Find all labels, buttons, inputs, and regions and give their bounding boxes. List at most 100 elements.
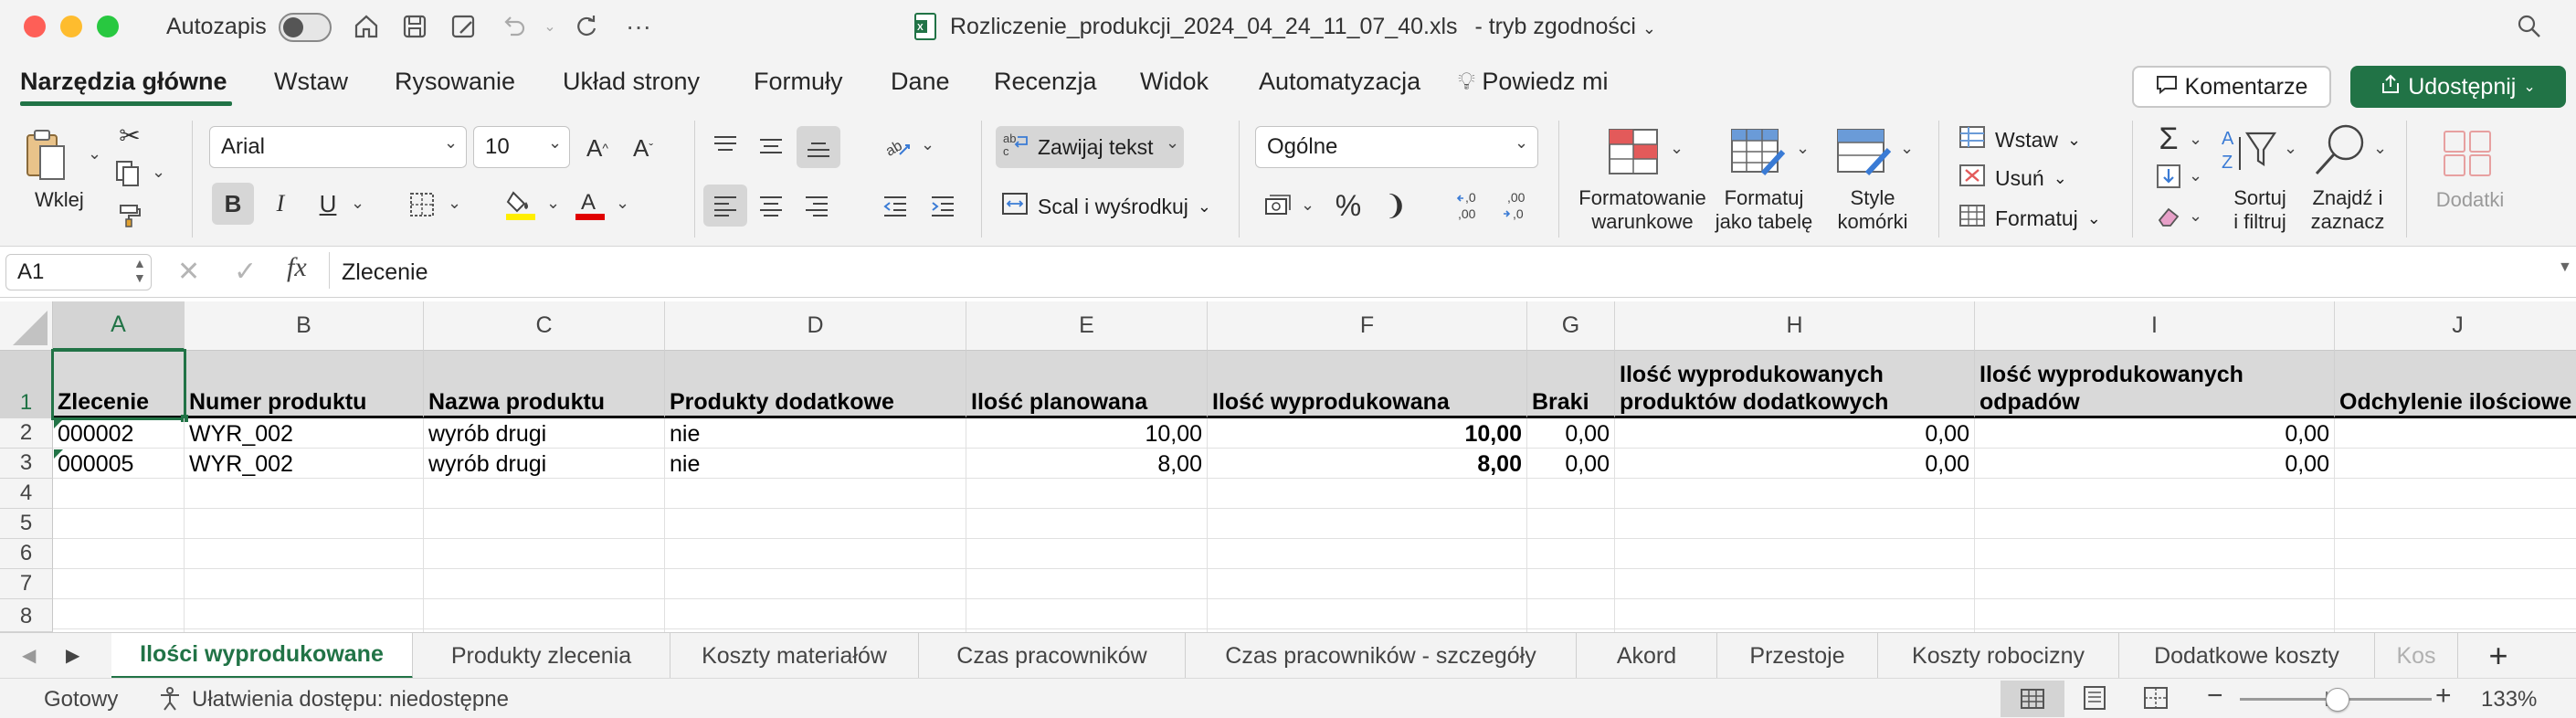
title-chevron-icon[interactable]: ⌄ — [1642, 19, 1656, 37]
cell-b3[interactable]: WYR_002 — [185, 449, 424, 479]
column-header-f[interactable]: F — [1208, 301, 1527, 351]
format-as-table-dropdown-icon[interactable]: ⌄ — [1796, 139, 1810, 158]
find-select-label[interactable]: Znajdź i zaznacz — [2302, 186, 2393, 234]
sort-filter-icon[interactable]: AZ — [2220, 124, 2278, 179]
row-header-3[interactable]: 3 — [0, 449, 53, 479]
conditional-formatting-dropdown-icon[interactable]: ⌄ — [1670, 139, 1684, 158]
cell-c3[interactable]: wyrób drugi — [424, 449, 665, 479]
column-header-g[interactable]: G — [1527, 301, 1615, 351]
delete-cells-button[interactable]: Usuń ⌄ — [1958, 163, 2067, 194]
home-icon[interactable] — [351, 11, 382, 42]
maximize-window-button[interactable] — [97, 16, 119, 37]
cell-i1[interactable]: Ilość wyprodukowanych odpadów — [1975, 351, 2335, 418]
row-header-7[interactable]: 7 — [0, 569, 53, 599]
share-button[interactable]: Udostępnij ⌄ — [2350, 66, 2566, 108]
tab-review[interactable]: Recenzja — [994, 68, 1097, 96]
tab-insert[interactable]: Wstaw — [274, 68, 348, 96]
autosave-toggle[interactable] — [279, 13, 332, 42]
underline-button[interactable]: U — [307, 183, 349, 225]
bold-button[interactable]: B — [212, 183, 254, 225]
sheet-tab-akord[interactable]: Akord — [1577, 633, 1717, 679]
align-right-icon[interactable] — [797, 186, 837, 225]
error-indicator-icon[interactable] — [54, 449, 63, 459]
format-cells-button[interactable]: Formatuj ⌄ — [1958, 203, 2101, 234]
column-header-a[interactable]: A — [53, 301, 185, 351]
cell-styles-label[interactable]: Style komórki — [1827, 186, 1918, 234]
clear-dropdown-icon[interactable]: ⌄ — [2189, 206, 2202, 226]
sheet-tab-przestoje[interactable]: Przestoje — [1717, 633, 1878, 679]
cell-h2[interactable]: 0,00 — [1615, 418, 1975, 449]
align-left-icon[interactable] — [703, 185, 747, 227]
name-box[interactable]: A1 — [5, 254, 152, 290]
copy-dropdown-icon[interactable]: ⌄ — [152, 163, 165, 182]
sheet-tab-ilosci-wyprodukowane[interactable]: Ilości wyprodukowane — [111, 633, 413, 679]
accounting-format-icon[interactable] — [1259, 186, 1299, 225]
redo-icon[interactable] — [571, 11, 602, 42]
save-as-icon[interactable] — [448, 11, 479, 42]
align-center-icon[interactable] — [751, 186, 791, 225]
page-break-view-button[interactable] — [2143, 686, 2169, 714]
autosum-icon[interactable]: Σ — [2150, 121, 2187, 157]
sheet-tab-produkty-zlecenia[interactable]: Produkty zlecenia — [413, 633, 670, 679]
tab-page-layout[interactable]: Układ strony — [563, 68, 700, 96]
error-indicator-icon[interactable] — [54, 419, 63, 428]
formula-input[interactable]: Zlecenie — [342, 259, 428, 286]
cell-b2[interactable]: WYR_002 — [185, 418, 424, 449]
fill-color-icon[interactable] — [501, 185, 541, 225]
zoom-in-button[interactable]: + — [2435, 681, 2452, 712]
accounting-dropdown-icon[interactable]: ⌄ — [1301, 195, 1314, 215]
increase-font-icon[interactable]: A ^ — [579, 130, 616, 166]
align-middle-icon[interactable] — [751, 128, 791, 164]
cell-g2[interactable]: 0,00 — [1527, 418, 1615, 449]
column-header-i[interactable]: I — [1975, 301, 2335, 351]
clear-icon[interactable] — [2152, 201, 2185, 232]
conditional-formatting-label[interactable]: Formatowanie warunkowe — [1578, 186, 1706, 234]
expand-formula-icon[interactable]: ▼ — [2558, 259, 2572, 276]
autosum-dropdown-icon[interactable]: ⌄ — [2189, 130, 2202, 149]
cell-d2[interactable]: nie — [665, 418, 966, 449]
sheet-tab-czas-pracownikow-szczegoly[interactable]: Czas pracowników - szczegóły — [1186, 633, 1577, 679]
addins-icon[interactable] — [2441, 128, 2496, 179]
align-top-icon[interactable] — [705, 128, 745, 164]
column-header-h[interactable]: H — [1615, 301, 1975, 351]
tab-formulas[interactable]: Formuły — [754, 68, 843, 96]
font-color-icon[interactable]: A — [570, 185, 610, 225]
decrease-indent-icon[interactable] — [875, 186, 915, 225]
cell-j3[interactable] — [2335, 449, 2576, 479]
cell-e1[interactable]: Ilość planowana — [966, 351, 1208, 418]
conditional-formatting-icon[interactable] — [1608, 128, 1659, 175]
insert-function-button[interactable]: fx — [287, 252, 307, 283]
scroll-tabs-left-icon[interactable]: ◀ — [22, 644, 36, 667]
tab-draw[interactable]: Rysowanie — [395, 68, 515, 96]
cell-g1[interactable]: Braki — [1527, 351, 1615, 418]
cell-i2[interactable]: 0,00 — [1975, 418, 2335, 449]
cell-f2[interactable]: 10,00 — [1208, 418, 1527, 449]
accessibility-icon[interactable] — [157, 686, 183, 716]
cell-c1[interactable]: Nazwa produktu — [424, 351, 665, 418]
orientation-dropdown-icon[interactable]: ⌄ — [921, 135, 934, 154]
cell-c2[interactable]: wyrób drugi — [424, 418, 665, 449]
comments-button[interactable]: Komentarze — [2132, 66, 2331, 108]
column-header-c[interactable]: C — [424, 301, 665, 351]
add-sheet-button[interactable]: + — [2466, 633, 2530, 679]
tab-home[interactable]: Narzędzia główne — [20, 68, 227, 96]
cell-styles-dropdown-icon[interactable]: ⌄ — [1900, 139, 1914, 158]
copy-icon[interactable] — [110, 157, 146, 190]
cell-j1[interactable]: Odchylenie ilościowe — [2335, 351, 2576, 418]
underline-dropdown-icon[interactable]: ⌄ — [351, 194, 364, 213]
undo-icon[interactable] — [498, 11, 529, 42]
sheet-tab-partial[interactable]: Kos — [2375, 633, 2457, 679]
cut-icon[interactable]: ✂︎ — [113, 119, 146, 152]
comma-style-button[interactable]: ❩ — [1376, 186, 1416, 225]
tab-data[interactable]: Dane — [891, 68, 950, 96]
column-header-e[interactable]: E — [966, 301, 1208, 351]
cell-e2[interactable]: 10,00 — [966, 418, 1208, 449]
sheet-tab-czas-pracownikow[interactable]: Czas pracowników — [919, 633, 1186, 679]
font-size-chevron-icon[interactable]: ⌄ — [548, 133, 562, 153]
cell-a3[interactable]: 000005 — [53, 449, 185, 479]
sort-filter-label[interactable]: Sortuj i filtruj — [2214, 186, 2306, 234]
sheet-tab-koszty-robocizny[interactable]: Koszty robocizny — [1878, 633, 2119, 679]
cell-g3[interactable]: 0,00 — [1527, 449, 1615, 479]
cell-d3[interactable]: nie — [665, 449, 966, 479]
search-icon[interactable] — [2514, 11, 2545, 42]
